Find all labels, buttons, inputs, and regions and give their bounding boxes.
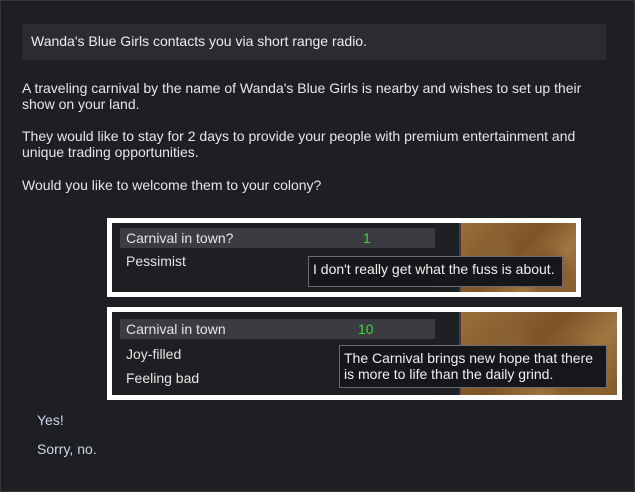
mood-panel-2-highlight: Carnival in town 10 Joy-filled Feeling b…: [107, 307, 622, 400]
dialog-window: Wanda's Blue Girls contacts you via shor…: [0, 0, 635, 492]
dialog-paragraph-2: They would like to stay for 2 days to pr…: [22, 128, 576, 160]
mood-2-value: 10: [358, 321, 374, 337]
mood-2-trait-2: Feeling bad: [126, 370, 200, 386]
mood-1-title: Carnival in town?: [126, 230, 234, 246]
dialog-header: Wanda's Blue Girls contacts you via shor…: [22, 24, 606, 60]
mood-2-title: Carnival in town: [126, 321, 226, 337]
dialog-paragraph-1: A traveling carnival by the name of Wand…: [22, 80, 582, 112]
mood-panel-1: Carnival in town? 1 Pessimist I don't re…: [112, 223, 576, 292]
option-sorry-no[interactable]: Sorry, no.: [37, 441, 97, 457]
dialog-paragraph-3: Would you like to welcome them to your c…: [22, 177, 322, 193]
mood-panel-1-highlight: Carnival in town? 1 Pessimist I don't re…: [107, 218, 581, 297]
option-yes[interactable]: Yes!: [37, 412, 64, 428]
mood-1-value: 1: [363, 230, 371, 246]
mood-1-tooltip: I don't really get what the fuss is abou…: [308, 256, 563, 287]
mood-2-trait-1: Joy-filled: [126, 346, 182, 362]
mood-2-tooltip: The Carnival brings new hope that there …: [339, 345, 607, 388]
mood-panel-2: Carnival in town 10 Joy-filled Feeling b…: [112, 312, 617, 395]
mood-1-trait: Pessimist: [126, 253, 186, 269]
dialog-header-text: Wanda's Blue Girls contacts you via shor…: [31, 33, 367, 49]
